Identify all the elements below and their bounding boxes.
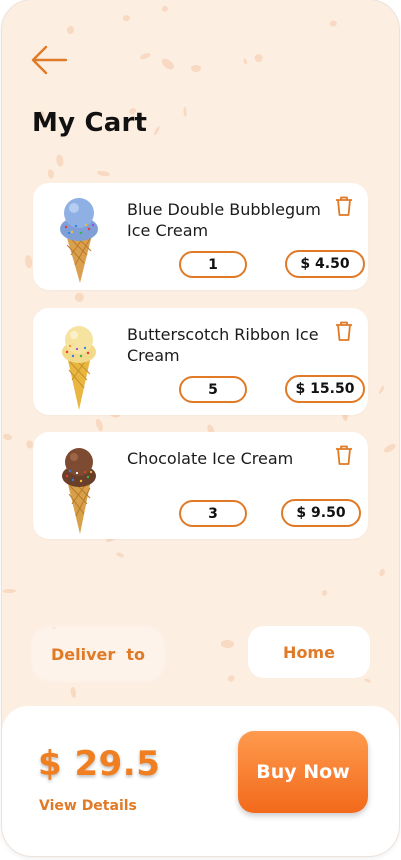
butterscotch-cone-image [62, 326, 96, 410]
background-speckle [328, 20, 337, 28]
delete-item-button[interactable] [334, 320, 354, 342]
delete-item-button[interactable] [334, 444, 354, 466]
background-speckle [377, 385, 385, 395]
item-price: $ 15.50 [285, 375, 365, 403]
item-price: $ 4.50 [285, 250, 365, 278]
background-speckle [47, 168, 56, 180]
cart-item-card: Chocolate Ice Cream 3 $ 9.50 [33, 432, 368, 539]
chocolate-cone-image [62, 448, 96, 534]
page-title: My Cart [32, 108, 148, 138]
background-speckle [183, 106, 187, 117]
deliver-to-label: Deliver to [34, 629, 162, 679]
background-speckle [255, 53, 263, 62]
background-speckle [24, 255, 33, 269]
cart-item-card: Blue Double Bubblegum Ice Cream 1 $ 4.50 [33, 183, 368, 290]
background-speckle [160, 4, 169, 14]
view-details-link[interactable]: View Details [39, 798, 137, 814]
background-speckle [226, 674, 237, 684]
quantity-selector[interactable]: 5 [179, 376, 247, 403]
phone-screen: My Cart Blue Double Bubblegum Ice Cream … [2, 0, 399, 856]
background-speckle [2, 432, 14, 441]
background-speckle [320, 589, 329, 598]
arrow-left-icon [31, 45, 68, 75]
background-speckle [139, 52, 152, 61]
cart-item-card: Butterscotch Ribbon Ice Cream 5 $ 15.50 [33, 308, 368, 415]
background-speckle [363, 677, 371, 684]
background-speckle [122, 14, 131, 22]
background-speckle [382, 441, 398, 454]
background-speckle [243, 58, 248, 66]
trash-icon [336, 445, 352, 465]
item-name: Chocolate Ice Cream [127, 449, 294, 468]
trash-icon [336, 321, 352, 341]
background-speckle [221, 639, 235, 648]
background-speckle [115, 551, 125, 560]
quantity-selector[interactable]: 3 [179, 500, 247, 527]
background-speckle [3, 588, 17, 594]
buy-now-button[interactable]: Buy Now [238, 731, 368, 813]
back-button[interactable] [28, 42, 72, 78]
checkout-panel: $ 29.5 View Details Buy Now [2, 706, 399, 856]
blue-bubblegum-cone-image [60, 198, 98, 283]
background-speckle [378, 567, 387, 578]
background-speckle [94, 417, 105, 433]
delivery-location-button[interactable]: Home [248, 626, 370, 678]
background-speckle [66, 25, 75, 35]
background-speckle [191, 65, 202, 73]
background-speckle [55, 153, 65, 167]
total-price: $ 29.5 [38, 744, 161, 784]
delete-item-button[interactable] [334, 195, 354, 217]
background-speckle [74, 292, 85, 303]
background-speckle [97, 169, 111, 177]
item-price: $ 9.50 [281, 499, 361, 527]
item-name: Butterscotch Ribbon Ice Cream [127, 325, 319, 365]
background-speckle [159, 56, 176, 72]
background-speckle [69, 686, 77, 699]
trash-icon [336, 196, 352, 216]
background-speckle [152, 125, 161, 136]
item-name: Blue Double Bubblegum Ice Cream [127, 200, 321, 240]
quantity-selector[interactable]: 1 [179, 251, 247, 278]
